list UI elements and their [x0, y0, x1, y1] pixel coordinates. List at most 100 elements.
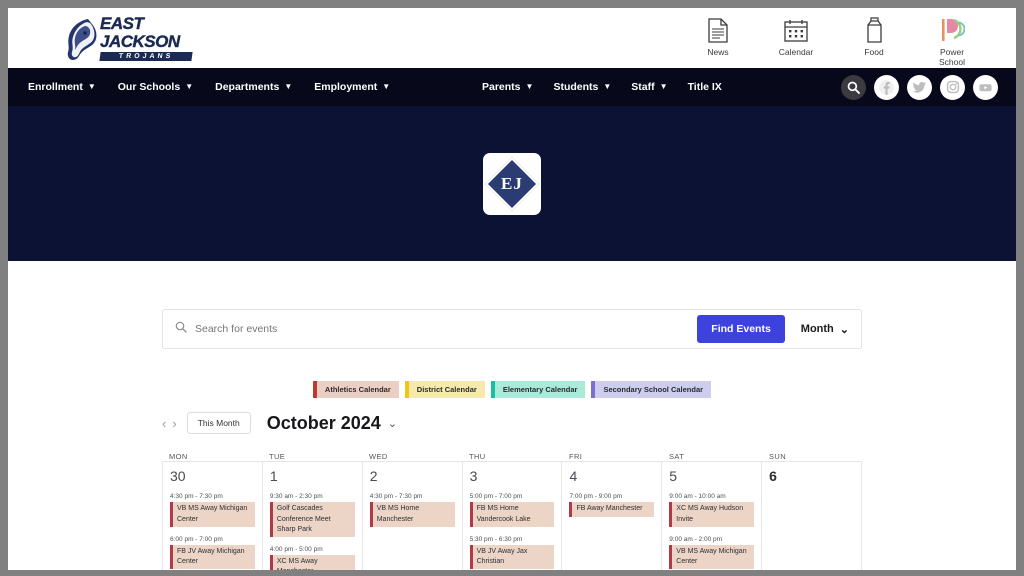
chevron-down-icon: ▼ — [382, 82, 391, 91]
legend-item-district[interactable]: District Calendar — [404, 381, 485, 398]
utility-item-news[interactable]: News — [692, 16, 744, 58]
event-time: 9:30 am - 2:30 pm — [269, 493, 323, 501]
calendar-nav-arrows: ‹ › — [162, 416, 177, 431]
calendar-event[interactable]: 5:30 pm - 6:30 pm VB JV Away Jax Christi… — [469, 536, 555, 569]
calendar-day-cell[interactable]: 30 4:30 pm - 7:30 pm VB MS Away Michigan… — [163, 461, 263, 570]
utility-item-food[interactable]: Food — [848, 16, 900, 58]
nav-item-our-schools[interactable]: Our Schools ▼ — [118, 81, 193, 93]
calendar-event[interactable]: 9:30 am - 2:30 pm Golf Cascades Conferen… — [269, 493, 355, 537]
calendar-icon — [784, 16, 808, 44]
nav-item-departments[interactable]: Departments ▼ — [215, 81, 292, 93]
calendar-event[interactable]: 4:30 pm - 7:30 pm VB MS Away Michigan Ce… — [170, 493, 255, 527]
dow-fri: FRI — [569, 452, 583, 461]
document-icon — [708, 16, 728, 44]
calendar-event[interactable]: 4:00 pm - 5:00 pm XC MS Away Manchester — [269, 546, 355, 570]
calendar-event[interactable]: 6:00 pm - 7:00 pm FB JV Away Michigan Ce… — [170, 536, 255, 569]
calendar-week-row: 30 4:30 pm - 7:30 pm VB MS Away Michigan… — [162, 461, 863, 570]
legend-item-athletics[interactable]: Athletics Calendar — [312, 381, 399, 398]
event-time: 9:00 am - 10:00 am — [669, 493, 726, 501]
calendar-day-cell[interactable]: 5 9:00 am - 10:00 am XC MS Away Hudson I… — [662, 461, 763, 570]
calendar-event[interactable]: 5:00 pm - 7:00 pm FB MS Home Vandercook … — [469, 493, 555, 527]
day-number: 30 — [170, 468, 186, 484]
legend-label: Athletics Calendar — [324, 385, 391, 394]
day-number: 3 — [469, 468, 478, 484]
search-input[interactable] — [195, 323, 698, 335]
event-title: Golf Cascades Conference Meet Sharp Park — [269, 502, 355, 537]
nav-social-group — [841, 74, 998, 100]
event-title: XC MS Away Manchester — [269, 554, 355, 570]
search-field-wrap — [175, 320, 698, 338]
nav-label: Our Schools — [117, 81, 181, 93]
event-title: XC MS Away Hudson Invite — [669, 502, 755, 527]
nav-item-employment[interactable]: Employment ▼ — [314, 81, 390, 93]
calendar-event[interactable]: 9:00 am - 2:00 pm VB MS Away Michigan Ce… — [669, 535, 755, 569]
month-title[interactable]: October 2024 ⌄ — [267, 413, 397, 434]
event-title: VB MS Away Michigan Center — [170, 502, 255, 527]
ej-diamond-icon: EJ — [485, 156, 539, 211]
calendar-day-cell[interactable]: 2 4:30 pm - 7:30 pm VB MS Home Mancheste… — [362, 461, 463, 570]
browser-viewport: EAST JACKSON TROJANS News Calendar Food … — [8, 8, 1016, 570]
legend-label: Secondary School Calendar — [603, 385, 704, 394]
logo-line-2: JACKSON — [100, 32, 181, 51]
find-events-button[interactable]: Find Events — [697, 315, 785, 343]
utility-item-powerschool[interactable]: Power School — [926, 16, 978, 68]
calendar-event[interactable]: 9:00 am - 10:00 am XC MS Away Hudson Inv… — [669, 493, 755, 527]
calendar-legend: Athletics Calendar District Calendar Ele… — [162, 381, 862, 398]
calendar-header: ‹ › This Month October 2024 ⌄ — [162, 412, 862, 434]
events-search-bar: Find Events Month ⌄ — [162, 309, 862, 349]
day-number: 1 — [269, 468, 278, 484]
nav-item-enrollment[interactable]: Enrollment ▼ — [28, 81, 96, 93]
event-title: FB MS Home Vandercook Lake — [469, 502, 555, 527]
calendar-day-cell[interactable]: 1 9:30 am - 2:30 pm Golf Cascades Confer… — [262, 461, 363, 570]
nav-item-students[interactable]: Students ▼ — [553, 81, 611, 93]
nav-item-staff[interactable]: Staff ▼ — [631, 81, 667, 93]
twitter-icon[interactable] — [907, 74, 932, 100]
legend-label: District Calendar — [416, 385, 477, 394]
event-title: VB JV Away Jax Christian — [469, 544, 555, 569]
chevron-down-icon: ▼ — [525, 82, 534, 91]
utility-item-calendar[interactable]: Calendar — [770, 16, 822, 58]
event-title: FB JV Away Michigan Center — [170, 544, 255, 569]
utility-header: EAST JACKSON TROJANS News Calendar Food … — [8, 8, 1016, 68]
nav-item-title-ix[interactable]: Title IX — [688, 81, 722, 93]
day-number: 2 — [369, 468, 378, 484]
nav-item-parents[interactable]: Parents ▼ — [482, 81, 533, 93]
nav-left-group: Enrollment ▼ Our Schools ▼ Departments ▼… — [28, 81, 390, 93]
nav-label: Title IX — [687, 81, 722, 93]
site-logo[interactable]: EAST JACKSON TROJANS — [58, 13, 218, 65]
nav-label: Parents — [482, 81, 521, 93]
nav-label: Students — [553, 81, 599, 93]
calendar-day-cell[interactable]: 6 — [762, 461, 863, 570]
event-time: 9:00 am - 2:00 pm — [669, 535, 723, 543]
event-title: VB MS Home Manchester — [369, 502, 455, 527]
prev-month-button[interactable]: ‹ — [162, 416, 166, 431]
event-time: 6:00 pm - 7:00 pm — [170, 535, 223, 543]
day-of-week-row: MON TUE WED THU FRI SAT SUN — [162, 452, 862, 461]
youtube-icon[interactable] — [973, 74, 998, 100]
chevron-down-icon: ▼ — [185, 82, 194, 91]
next-month-button[interactable]: › — [172, 416, 176, 431]
nav-label: Departments — [215, 81, 280, 93]
view-selector[interactable]: Month ⌄ — [801, 323, 849, 336]
chevron-down-icon: ▼ — [603, 82, 612, 91]
event-time: 4:30 pm - 7:30 pm — [369, 493, 423, 501]
search-icon[interactable] — [841, 74, 866, 100]
utility-icon-group: News Calendar Food Power School — [692, 16, 978, 68]
legend-item-secondary[interactable]: Secondary School Calendar — [591, 381, 712, 398]
hero-banner: EJ — [8, 106, 1016, 261]
event-time: 7:00 pm - 9:00 pm — [569, 493, 623, 501]
instagram-icon[interactable] — [940, 74, 965, 100]
calendar-day-cell[interactable]: 3 5:00 pm - 7:00 pm FB MS Home Vandercoo… — [462, 461, 563, 570]
legend-item-elementary[interactable]: Elementary Calendar — [490, 381, 586, 398]
facebook-icon[interactable] — [874, 74, 899, 100]
nav-mid-group: Parents ▼ Students ▼ Staff ▼ Title IX — [482, 81, 722, 93]
calendar-event[interactable]: 7:00 pm - 9:00 pm FB Away Manchester — [569, 493, 655, 517]
dow-tue: TUE — [269, 452, 286, 461]
this-month-button[interactable]: This Month — [186, 412, 251, 434]
nav-label: Enrollment — [28, 81, 83, 93]
logo-tagline: TROJANS — [99, 52, 193, 61]
calendar-day-cell[interactable]: 4 7:00 pm - 9:00 pm FB Away Manchester — [562, 461, 663, 570]
calendar-event[interactable]: 4:30 pm - 7:30 pm VB MS Home Manchester — [369, 493, 455, 527]
day-number: 4 — [569, 468, 578, 484]
dow-wed: WED — [369, 452, 388, 461]
